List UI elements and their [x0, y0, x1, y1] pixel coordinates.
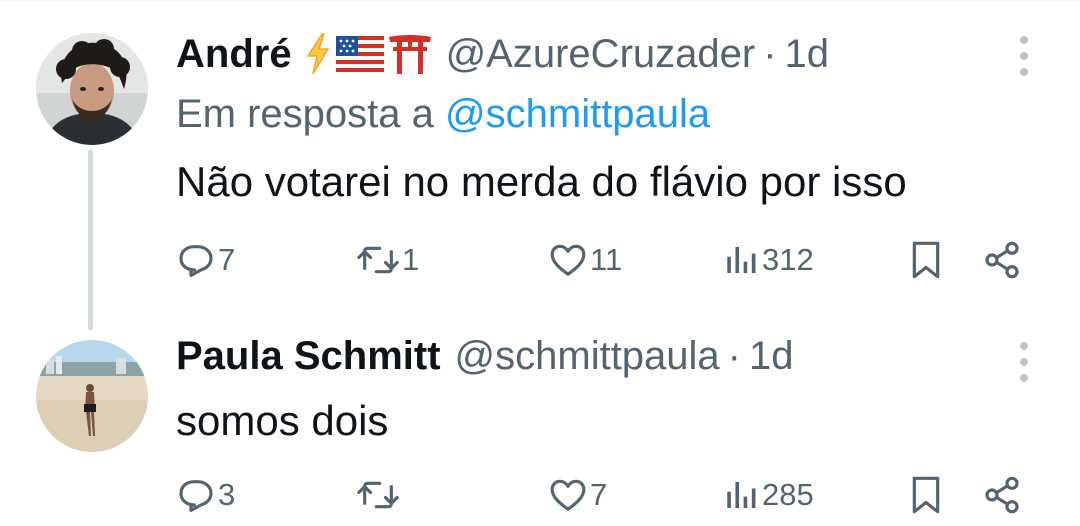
- reply-button[interactable]: 3: [176, 472, 235, 518]
- author-handle[interactable]: @AzureCruzader: [446, 32, 756, 77]
- reply-to-handle-link[interactable]: @schmittpaula: [445, 92, 710, 136]
- timestamp[interactable]: 1d: [749, 334, 794, 379]
- views-icon: [727, 246, 756, 274]
- bookmark-button[interactable]: [906, 237, 946, 283]
- views-button[interactable]: 312: [724, 237, 814, 283]
- like-count: 7: [590, 477, 608, 512]
- separator-dot: ·: [727, 333, 741, 378]
- views-count: 312: [762, 242, 814, 277]
- reply-icon: [179, 480, 213, 512]
- like-icon: [550, 479, 586, 511]
- timestamp[interactable]: 1d: [785, 32, 830, 77]
- separator-dot: ·: [763, 31, 777, 76]
- lightning-emoji-icon: [306, 33, 329, 75]
- like-button[interactable]: 7: [548, 472, 607, 518]
- share-icon: [985, 476, 1019, 514]
- reply-context: Em resposta a @schmittpaula: [176, 92, 710, 137]
- avatar-paula-schmitt[interactable]: [36, 340, 148, 452]
- retweet-button[interactable]: [356, 472, 402, 518]
- reply-tweet[interactable]: André @AzureCruzader · 1d Em resposta a …: [0, 0, 1080, 330]
- like-button[interactable]: 11: [548, 237, 622, 283]
- reply-icon: [179, 245, 213, 277]
- torii-gate-emoji-icon: [388, 35, 431, 74]
- reply-button[interactable]: 7: [176, 237, 235, 283]
- us-flag-emoji-icon: [335, 36, 384, 72]
- bookmark-icon: [912, 241, 940, 279]
- bookmark-icon: [912, 476, 940, 514]
- bookmark-button[interactable]: [906, 472, 946, 518]
- tweet-actions: 7 1 11 312: [176, 237, 1036, 283]
- retweet-icon: [357, 481, 399, 509]
- retweet-button[interactable]: 1: [356, 237, 419, 283]
- author-name[interactable]: André: [176, 32, 292, 77]
- avatar-andre[interactable]: [36, 33, 148, 145]
- share-icon: [985, 241, 1019, 279]
- reply-count: 3: [218, 477, 236, 512]
- tweet-text: somos dois: [176, 397, 389, 444]
- author-handle[interactable]: @schmittpaula: [455, 334, 720, 379]
- tweet-header: Paula Schmitt @schmittpaula · 1d: [176, 333, 794, 379]
- tweet-header: André @AzureCruzader · 1d: [176, 31, 829, 77]
- reply-count: 7: [218, 242, 236, 277]
- views-icon: [727, 481, 756, 509]
- share-button[interactable]: [982, 472, 1022, 518]
- like-count: 11: [590, 242, 623, 277]
- views-button[interactable]: 285: [724, 472, 814, 518]
- name-emojis: [304, 32, 432, 76]
- original-tweet[interactable]: Paula Schmitt @schmittpaula · 1d somos d…: [0, 320, 1080, 526]
- reply-prefix: Em resposta a: [176, 92, 434, 136]
- thread-connector-line: [88, 150, 93, 330]
- retweet-count: 1: [402, 242, 420, 277]
- author-name[interactable]: Paula Schmitt: [176, 334, 441, 379]
- more-options-icon[interactable]: [1018, 36, 1030, 76]
- more-options-icon[interactable]: [1018, 342, 1030, 382]
- tweet-actions: 3 7 285: [176, 472, 1036, 518]
- views-count: 285: [762, 477, 814, 512]
- like-icon: [550, 244, 586, 276]
- share-button[interactable]: [982, 237, 1022, 283]
- tweet-text: Não votarei no merda do flávio por isso: [176, 158, 907, 205]
- retweet-icon: [357, 246, 399, 274]
